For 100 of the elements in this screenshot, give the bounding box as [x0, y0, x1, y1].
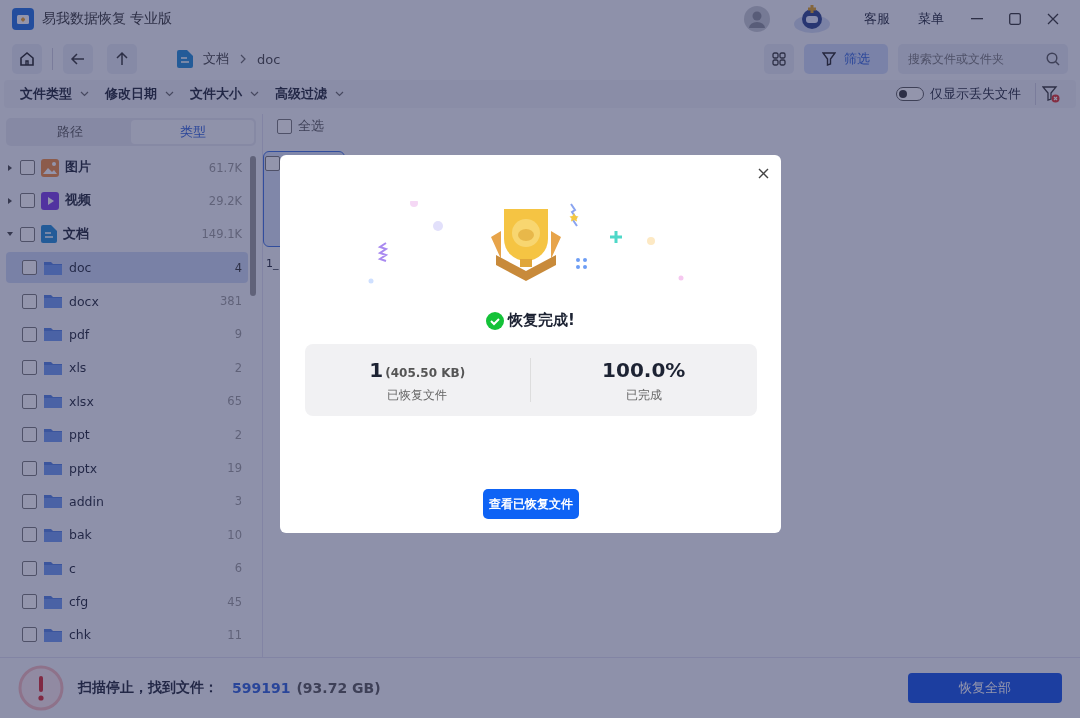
check-circle-icon: [486, 311, 505, 330]
checkbox[interactable]: [22, 393, 37, 409]
window-title: 易我数据恢复 专业版: [42, 10, 173, 28]
folder-icon: [43, 326, 63, 343]
toggle-switch[interactable]: [896, 87, 924, 101]
search-field[interactable]: 搜索文件或文件夹: [898, 44, 1068, 74]
filter-dropdown[interactable]: 高级过滤: [275, 85, 344, 103]
stat-value: 100.0%: [602, 357, 686, 382]
folder-label: xlsx: [69, 393, 94, 409]
toggle-label: 仅显示丢失文件: [930, 85, 1021, 103]
folder-label: bak: [69, 527, 92, 543]
folder-label: pdf: [69, 326, 90, 342]
folder-icon: [43, 426, 63, 443]
stat-label: 已完成: [625, 387, 662, 403]
checkbox[interactable]: [22, 293, 37, 309]
folder-icon: [43, 460, 63, 476]
checkbox[interactable]: [22, 260, 37, 276]
mascot-icon[interactable]: [792, 4, 832, 34]
folder-icon: [43, 626, 63, 643]
folder-icon: [43, 393, 63, 410]
sidebar-tab[interactable]: 类型: [131, 120, 254, 144]
caret-icon: [250, 91, 259, 97]
checkbox[interactable]: [22, 460, 37, 476]
header-link[interactable]: 客服: [864, 10, 890, 28]
folder-label: addin: [69, 493, 104, 509]
breadcrumb-item[interactable]: 文档: [203, 50, 229, 68]
view-recovered-button[interactable]: 查看已恢复文件: [482, 489, 579, 519]
folder-icon: [43, 593, 63, 610]
scrollbar[interactable]: [250, 156, 256, 296]
folder-icon: [43, 293, 63, 310]
arrow-up-icon: [114, 51, 130, 67]
checkbox[interactable]: [20, 193, 35, 209]
file-name: 1_: [266, 257, 279, 270]
checkbox[interactable]: [20, 160, 35, 175]
checkbox[interactable]: [20, 226, 35, 242]
file-count: 599191: [232, 680, 291, 696]
avatar-icon[interactable]: [744, 6, 770, 32]
folder-icon: [43, 560, 63, 577]
filter-dropdown[interactable]: 文件类型: [20, 85, 89, 103]
image-icon: [41, 158, 59, 177]
folder-label: docx: [69, 293, 99, 309]
filter-button[interactable]: 筛选: [804, 44, 888, 74]
folder-label: xls: [69, 360, 87, 376]
stat-label: 已恢复文件: [387, 387, 448, 403]
collapsed-arrow-icon[interactable]: [6, 196, 14, 205]
folder-label: c: [69, 560, 76, 576]
header-link[interactable]: 菜单: [918, 10, 944, 28]
checkbox[interactable]: [277, 119, 292, 134]
checkbox[interactable]: [22, 360, 37, 376]
close-icon: [757, 167, 769, 179]
search-icon[interactable]: [1046, 52, 1060, 66]
status-message: 扫描停止，找到文件：: [78, 679, 218, 697]
folder-icon: [43, 259, 63, 276]
checkbox[interactable]: [22, 326, 37, 342]
folder-label: pptx: [69, 460, 98, 476]
checkbox[interactable]: [22, 527, 37, 543]
document-icon: [177, 50, 193, 68]
checkbox[interactable]: [22, 560, 37, 576]
total-size: (93.72 GB): [296, 680, 381, 696]
checkbox[interactable]: [22, 427, 37, 443]
caret-icon: [80, 91, 89, 97]
home-button[interactable]: [12, 44, 42, 74]
caret-icon: [165, 91, 174, 97]
category-label: 文档: [63, 225, 89, 243]
folder-icon: [43, 493, 63, 510]
chevron-icon: [239, 54, 247, 64]
folder-label: chk: [69, 627, 92, 643]
back-button[interactable]: [63, 44, 93, 74]
home-icon: [19, 51, 35, 67]
sidebar-tab[interactable]: 路径: [8, 120, 131, 144]
filter-dropdown[interactable]: 修改日期: [105, 85, 174, 103]
tree-item[interactable]: doc 4: [6, 252, 248, 284]
stat-value: 1(405.50 KB): [369, 357, 466, 382]
checkbox[interactable]: [22, 594, 37, 610]
warning-icon: [18, 665, 64, 711]
select-all-label: 全选: [298, 118, 324, 135]
video-icon: [41, 191, 59, 210]
grid-icon: [772, 52, 786, 66]
filter-dropdown[interactable]: 文件大小: [190, 85, 259, 103]
folder-icon: [43, 526, 63, 543]
checkbox[interactable]: [265, 156, 280, 171]
checkbox[interactable]: [22, 493, 37, 509]
breadcrumb-item[interactable]: doc: [257, 51, 281, 67]
folder-label: cfg: [69, 594, 89, 610]
dialog-title: 恢复完成!: [508, 311, 575, 330]
folder-label: ppt: [69, 427, 90, 443]
clear-filter-icon[interactable]: [1042, 85, 1060, 103]
category-label: 图片: [65, 159, 91, 176]
caret-icon: [335, 91, 344, 97]
folder-label: doc: [69, 260, 92, 276]
checkbox[interactable]: [22, 627, 37, 643]
up-button[interactable]: [107, 44, 137, 74]
app-logo-icon: [12, 8, 34, 30]
grid-view-button[interactable]: [764, 44, 794, 74]
folder-icon: [43, 359, 63, 376]
item-count: 4: [234, 260, 242, 275]
arrow-left-icon: [70, 51, 86, 67]
filter-icon: [822, 52, 836, 66]
collapsed-arrow-icon[interactable]: [6, 163, 14, 172]
recover-all-button[interactable]: 恢复全部: [908, 673, 1062, 703]
